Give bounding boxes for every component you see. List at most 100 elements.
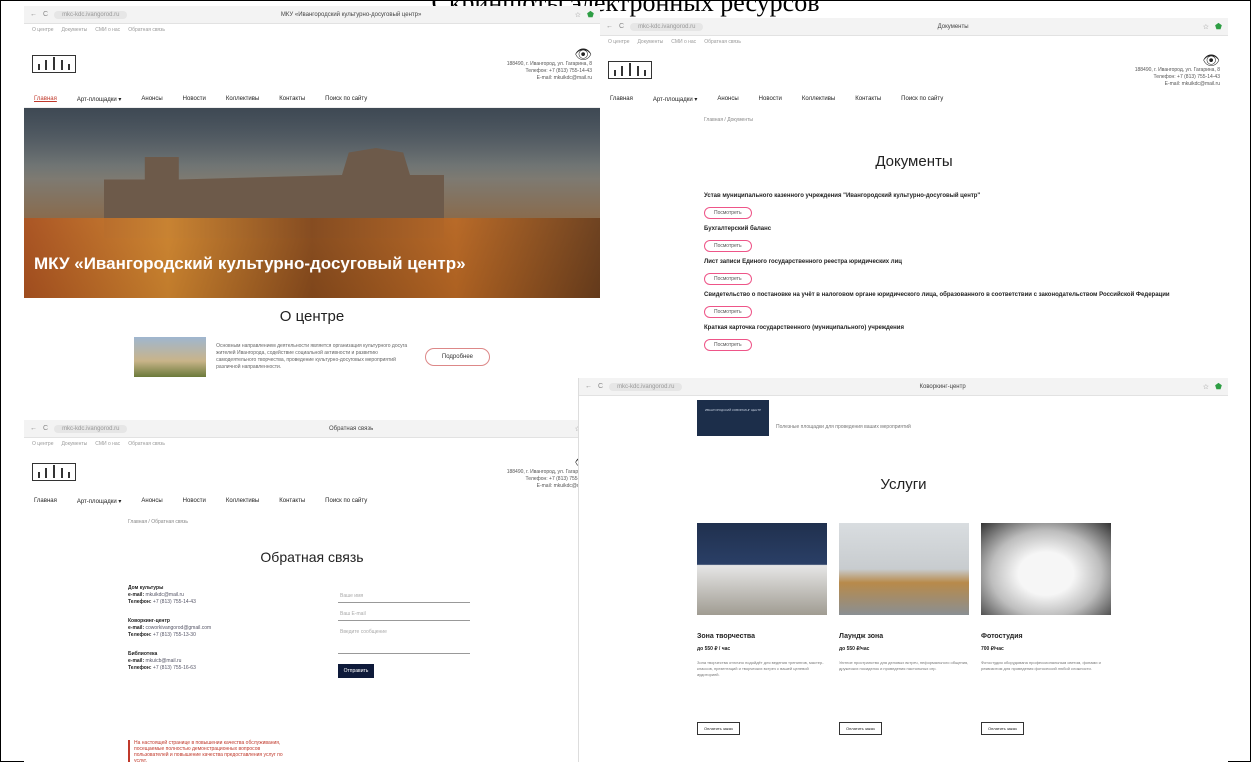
util-link[interactable]: О центре <box>32 27 53 33</box>
view-document-button[interactable]: Посмотреть <box>704 207 752 219</box>
more-button[interactable]: Подробнее <box>424 348 490 366</box>
reload-icon[interactable]: C <box>598 383 603 390</box>
star-icon[interactable]: ☆ <box>575 11 581 19</box>
header-email[interactable]: E-mail: mkuikdc@mail.ru <box>507 75 592 82</box>
message-field[interactable]: Введите сообщение <box>338 621 470 654</box>
creative-zone-photo <box>697 523 827 615</box>
contact-phone[interactable]: +7 (813) 755-13-30 <box>153 632 196 638</box>
pay-order-button[interactable]: Оплатить заказ <box>839 722 882 735</box>
about-row: Основным направлением деятельности являе… <box>24 337 600 377</box>
util-link[interactable]: О центре <box>608 39 629 45</box>
nav-item-art[interactable]: Арт-площадки ▾ <box>77 498 122 505</box>
feedback-columns: Дом культуры e-mail: mkuikdc@mail.ru Тел… <box>24 585 600 684</box>
send-button[interactable]: Отправить <box>338 664 374 678</box>
privacy-note: На настоящей странице в повышении качест… <box>128 740 288 762</box>
util-link[interactable]: Обратная связь <box>704 39 741 45</box>
star-icon[interactable]: ☆ <box>1203 383 1209 391</box>
nav-item-collectives[interactable]: Коллективы <box>226 96 259 103</box>
shield-icon[interactable]: ⬟ <box>1215 382 1222 391</box>
nav-item-home[interactable]: Главная <box>34 96 57 103</box>
shield-icon[interactable]: ⬟ <box>1215 22 1222 31</box>
pay-order-button[interactable]: Оплатить заказ <box>981 722 1024 735</box>
hero-title: МКУ «Ивангородский культурно-досуговый ц… <box>34 254 466 273</box>
header-email[interactable]: E-mail: mkuikdc@mail.ru <box>1135 81 1220 88</box>
service-description: Зона творчества отлично подойдёт для вед… <box>697 660 824 677</box>
pay-order-button[interactable]: Оплатить заказ <box>697 722 740 735</box>
header-contacts: 👁 188490, г. Ивангород, ул. Гагарина, 8 … <box>1135 53 1220 88</box>
shield-icon[interactable]: ⬟ <box>587 10 594 19</box>
address-bar[interactable]: mkc-kdc.ivangorod.ru <box>630 22 704 31</box>
util-links: О центре Документы СМИ о нас Обратная св… <box>600 36 1228 48</box>
nav-item-collectives[interactable]: Коллективы <box>226 498 259 505</box>
screenshot-documents: ← C mkc-kdc.ivangorod.ru Документы ☆ ⬟ О… <box>600 18 1228 384</box>
util-link[interactable]: СМИ о нас <box>671 39 696 45</box>
back-icon[interactable]: ← <box>585 383 592 390</box>
contact-email[interactable]: mkuicb@mail.ru <box>146 658 182 664</box>
address-bar[interactable]: mkc-kdc.ivangorod.ru <box>609 382 683 391</box>
nav-item-collectives[interactable]: Коллективы <box>802 96 835 103</box>
contact-phone[interactable]: +7 (813) 755-14-43 <box>153 599 196 605</box>
document-title: Краткая карточка государственного (муниц… <box>704 325 904 331</box>
util-link[interactable]: О центре <box>32 441 53 447</box>
site-logo[interactable] <box>608 61 652 79</box>
util-link[interactable]: Обратная связь <box>128 27 165 33</box>
nav-item-announcements[interactable]: Анонсы <box>141 96 162 103</box>
site-header: 👁 188490, г. Ивангород, ул. Гагарина, 8 … <box>600 48 1228 92</box>
header-phone: Телефон: +7 (813) 755-14-43 <box>525 67 592 74</box>
nav-item-news[interactable]: Новости <box>183 96 206 103</box>
nav-item-contacts[interactable]: Контакты <box>855 96 881 103</box>
back-icon[interactable]: ← <box>606 23 613 30</box>
nav-item-search[interactable]: Поиск по сайту <box>325 96 367 103</box>
reload-icon[interactable]: C <box>43 11 48 18</box>
util-link[interactable]: Документы <box>637 39 663 45</box>
site-header: 👁 188490, г. Ивангород, ул. Гагарина, 8 … <box>24 450 600 494</box>
address-bar[interactable]: mkc-kdc.ivangorod.ru <box>54 10 128 19</box>
nav-item-announcements[interactable]: Анонсы <box>717 96 738 103</box>
contact-email[interactable]: coworkivangorod@gmail.com <box>146 625 212 631</box>
star-icon[interactable]: ☆ <box>1203 23 1209 31</box>
nav-item-contacts[interactable]: Контакты <box>279 96 305 103</box>
contact-list: Дом культуры e-mail: mkuikdc@mail.ru Тел… <box>128 585 248 684</box>
contact-phone[interactable]: +7 (813) 755-16-63 <box>153 665 196 671</box>
util-link[interactable]: Документы <box>61 441 87 447</box>
accessibility-eye-icon[interactable]: 👁 <box>1135 53 1220 67</box>
nav-item-search[interactable]: Поиск по сайту <box>901 96 943 103</box>
util-link[interactable]: СМИ о нас <box>95 441 120 447</box>
view-document-button[interactable]: Посмотреть <box>704 273 752 285</box>
nav-item-announcements[interactable]: Анонсы <box>141 498 162 505</box>
main-nav: Главная Арт-площадки ▾ Анонсы Новости Ко… <box>24 92 600 108</box>
nav-item-art[interactable]: Арт-площадки ▾ <box>653 96 698 103</box>
util-link[interactable]: Обратная связь <box>128 441 165 447</box>
util-links: О центре Документы СМИ о нас Обратная св… <box>24 438 600 450</box>
breadcrumb[interactable]: Главная / Документы <box>600 107 1228 123</box>
contact-phone-label: Телефон: <box>128 632 152 638</box>
back-icon[interactable]: ← <box>30 425 37 432</box>
nav-item-contacts[interactable]: Контакты <box>279 498 305 505</box>
about-text: Основным направлением деятельности являе… <box>216 343 408 370</box>
about-title: О центре <box>279 308 345 325</box>
util-link[interactable]: Документы <box>61 27 87 33</box>
view-document-button[interactable]: Посмотреть <box>704 240 752 252</box>
site-logo[interactable] <box>32 55 76 73</box>
view-document-button[interactable]: Посмотреть <box>704 306 752 318</box>
page-tab-title: МКУ «Ивангородский культурно-досуговый ц… <box>280 11 422 18</box>
name-field[interactable]: Ваше имя <box>338 585 470 603</box>
breadcrumb[interactable]: Главная / Обратная связь <box>24 509 600 525</box>
nav-item-home[interactable]: Главная <box>610 96 633 103</box>
email-field[interactable]: Ваш E-mail <box>338 603 470 621</box>
nav-item-home[interactable]: Главная <box>34 498 57 505</box>
view-document-button[interactable]: Посмотреть <box>704 339 752 351</box>
accessibility-eye-icon[interactable]: 👁 <box>507 47 592 61</box>
service-price: 700 ₽/час <box>981 646 1004 652</box>
contact-email[interactable]: mkuikdc@mail.ru <box>146 592 184 598</box>
reload-icon[interactable]: C <box>43 425 48 432</box>
util-link[interactable]: СМИ о нас <box>95 27 120 33</box>
back-icon[interactable]: ← <box>30 11 37 18</box>
nav-item-news[interactable]: Новости <box>759 96 782 103</box>
nav-item-art[interactable]: Арт-площадки ▾ <box>77 96 122 103</box>
reload-icon[interactable]: C <box>619 23 624 30</box>
site-logo[interactable] <box>32 463 76 481</box>
nav-item-news[interactable]: Новости <box>183 498 206 505</box>
nav-item-search[interactable]: Поиск по сайту <box>325 498 367 505</box>
address-bar[interactable]: mkc-kdc.ivangorod.ru <box>54 424 128 433</box>
